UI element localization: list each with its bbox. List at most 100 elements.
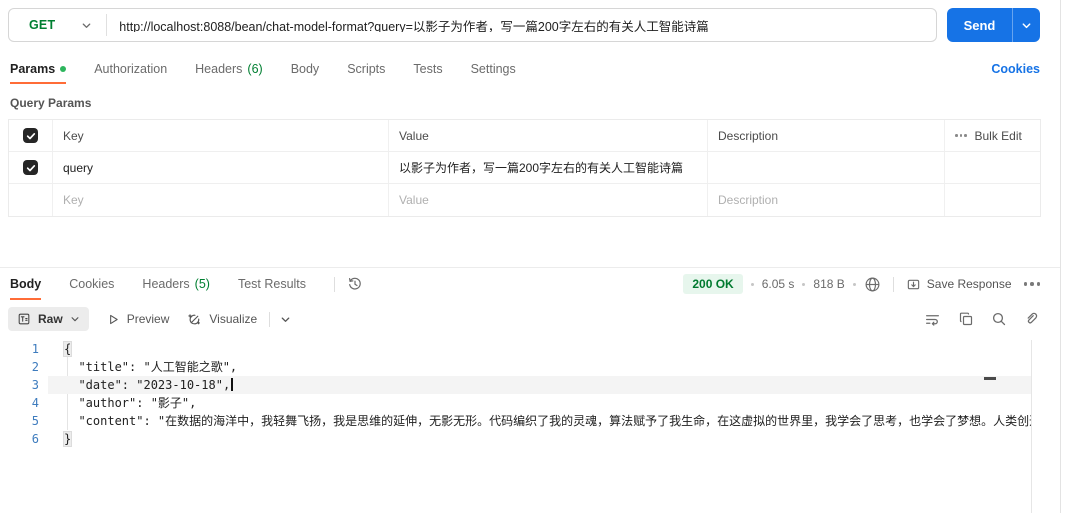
send-button-label[interactable]: Send bbox=[947, 8, 1012, 42]
cookies-link[interactable]: Cookies bbox=[991, 62, 1040, 76]
link-icon[interactable] bbox=[1024, 311, 1040, 327]
select-all-checkbox[interactable] bbox=[23, 128, 38, 143]
headers-count: (6) bbox=[247, 62, 262, 76]
line-number: 4 bbox=[0, 394, 48, 412]
param-row: query 以影子为作者，写一篇200字左右的有关人工智能诗篇 bbox=[9, 152, 1040, 184]
response-body-editor[interactable]: 1 2 3 4 5 6 { "title": "人工智能之歌", "date":… bbox=[0, 340, 1060, 513]
response-time: 6.05 s bbox=[762, 277, 795, 291]
wrap-text-icon[interactable] bbox=[924, 311, 941, 328]
code-line[interactable]: "title": "人工智能之歌", bbox=[48, 358, 1031, 376]
tab-label: Authorization bbox=[94, 62, 167, 76]
line-number-gutter: 1 2 3 4 5 6 bbox=[0, 340, 48, 513]
raw-view-button[interactable]: Raw bbox=[8, 307, 89, 331]
code-line[interactable]: { bbox=[48, 340, 1031, 358]
bulk-edit-button[interactable]: Bulk Edit bbox=[945, 120, 1040, 151]
column-header-description: Description bbox=[708, 120, 945, 151]
divider bbox=[269, 312, 270, 327]
code-text: { bbox=[64, 342, 71, 356]
code-text: "content": "在数据的海洋中，我轻舞飞扬，我是思维的延伸，无影无形。代… bbox=[64, 414, 1032, 428]
method-selector[interactable]: GET bbox=[9, 9, 106, 41]
empty-checkbox-cell bbox=[9, 184, 53, 216]
param-key-cell[interactable]: query bbox=[53, 152, 389, 183]
line-number: 1 bbox=[0, 340, 48, 358]
params-active-dot-icon bbox=[60, 66, 66, 72]
visualize-label: Visualize bbox=[209, 312, 257, 326]
param-empty-row bbox=[9, 184, 1040, 216]
separator-dot bbox=[751, 283, 754, 286]
bulk-edit-label: Bulk Edit bbox=[975, 129, 1022, 143]
query-params-table: Key Value Description Bulk Edit query 以影… bbox=[8, 119, 1041, 217]
request-bar: GET Send bbox=[8, 8, 1040, 42]
row-actions-cell bbox=[945, 184, 1040, 216]
method-label: GET bbox=[29, 18, 55, 32]
tab-settings[interactable]: Settings bbox=[471, 54, 516, 84]
rest-client-app: GET Send Params Au bbox=[0, 0, 1074, 513]
response-tab-cookies[interactable]: Cookies bbox=[69, 268, 114, 300]
send-options-button[interactable] bbox=[1012, 8, 1040, 42]
view-toolbar: Raw Preview Visualize bbox=[8, 306, 1040, 332]
code-text: } bbox=[64, 432, 71, 446]
tab-label: Test Results bbox=[238, 277, 306, 291]
ellipsis-icon bbox=[955, 134, 967, 137]
view-mode-chevron-icon[interactable] bbox=[280, 314, 291, 325]
code-text: "date": "2023-10-18", bbox=[64, 378, 230, 392]
param-value-cell[interactable]: 以影子为作者，写一篇200字左右的有关人工智能诗篇 bbox=[389, 152, 708, 183]
url-input[interactable] bbox=[107, 18, 936, 32]
response-header: Body Cookies Headers (5) Test Results bbox=[10, 268, 1040, 300]
code-line[interactable]: "content": "在数据的海洋中，我轻舞飞扬，我是思维的延伸，无影无形。代… bbox=[48, 412, 1031, 430]
preview-button[interactable]: Preview bbox=[107, 312, 170, 326]
right-sidebar-divider bbox=[1060, 0, 1074, 513]
new-description-input[interactable] bbox=[718, 193, 934, 207]
chevron-down-icon bbox=[81, 20, 92, 31]
response-tab-headers[interactable]: Headers (5) bbox=[142, 268, 210, 300]
row-checkbox[interactable] bbox=[23, 160, 38, 175]
more-actions-icon[interactable] bbox=[1024, 282, 1041, 286]
column-header-key: Key bbox=[53, 120, 389, 151]
tab-label: Body bbox=[291, 62, 320, 76]
raw-label: Raw bbox=[38, 312, 63, 326]
column-header-value: Value bbox=[389, 120, 708, 151]
line-number: 6 bbox=[0, 430, 48, 448]
divider bbox=[334, 277, 335, 292]
code-line[interactable]: "author": "影子", bbox=[48, 394, 1031, 412]
tab-label: Params bbox=[10, 62, 55, 76]
visualize-button[interactable]: Visualize bbox=[187, 312, 257, 327]
request-tabs: Params Authorization Headers (6) Body Sc… bbox=[10, 54, 1040, 84]
search-icon[interactable] bbox=[991, 311, 1007, 327]
tab-headers[interactable]: Headers (6) bbox=[195, 54, 263, 84]
tab-label: Cookies bbox=[69, 277, 114, 291]
headers-count: (5) bbox=[195, 277, 210, 291]
code-text: "author": "影子", bbox=[64, 396, 196, 410]
param-description-cell[interactable] bbox=[708, 152, 945, 183]
tab-tests[interactable]: Tests bbox=[413, 54, 442, 84]
new-key-input[interactable] bbox=[63, 193, 378, 207]
status-badge: 200 OK bbox=[683, 274, 742, 294]
code-area[interactable]: { "title": "人工智能之歌", "date": "2023-10-18… bbox=[48, 340, 1032, 513]
tab-label: Headers bbox=[142, 277, 189, 291]
tab-params[interactable]: Params bbox=[10, 54, 66, 84]
send-button[interactable]: Send bbox=[947, 8, 1040, 42]
response-tab-body[interactable]: Body bbox=[10, 268, 41, 300]
history-icon[interactable] bbox=[347, 276, 363, 292]
overview-ruler-cursor-mark bbox=[984, 377, 996, 380]
separator-dot bbox=[802, 283, 805, 286]
code-line[interactable]: } bbox=[48, 430, 1031, 448]
response-tab-test-results[interactable]: Test Results bbox=[238, 268, 306, 300]
tab-scripts[interactable]: Scripts bbox=[347, 54, 385, 84]
line-number: 3 bbox=[0, 376, 48, 394]
code-text: "title": "人工智能之歌", bbox=[64, 360, 237, 374]
save-response-label: Save Response bbox=[927, 277, 1012, 291]
text-cursor bbox=[231, 378, 233, 391]
query-params-title: Query Params bbox=[10, 96, 1060, 110]
new-value-input[interactable] bbox=[399, 193, 697, 207]
network-globe-icon[interactable] bbox=[864, 276, 881, 293]
copy-icon[interactable] bbox=[958, 311, 974, 327]
line-number: 2 bbox=[0, 358, 48, 376]
row-actions-cell bbox=[945, 152, 1040, 183]
tab-label: Body bbox=[10, 277, 41, 291]
tab-body[interactable]: Body bbox=[291, 54, 320, 84]
tab-authorization[interactable]: Authorization bbox=[94, 54, 167, 84]
code-line-current[interactable]: "date": "2023-10-18", bbox=[48, 376, 1031, 394]
separator-dot bbox=[853, 283, 856, 286]
save-response-button[interactable]: Save Response bbox=[906, 277, 1012, 292]
